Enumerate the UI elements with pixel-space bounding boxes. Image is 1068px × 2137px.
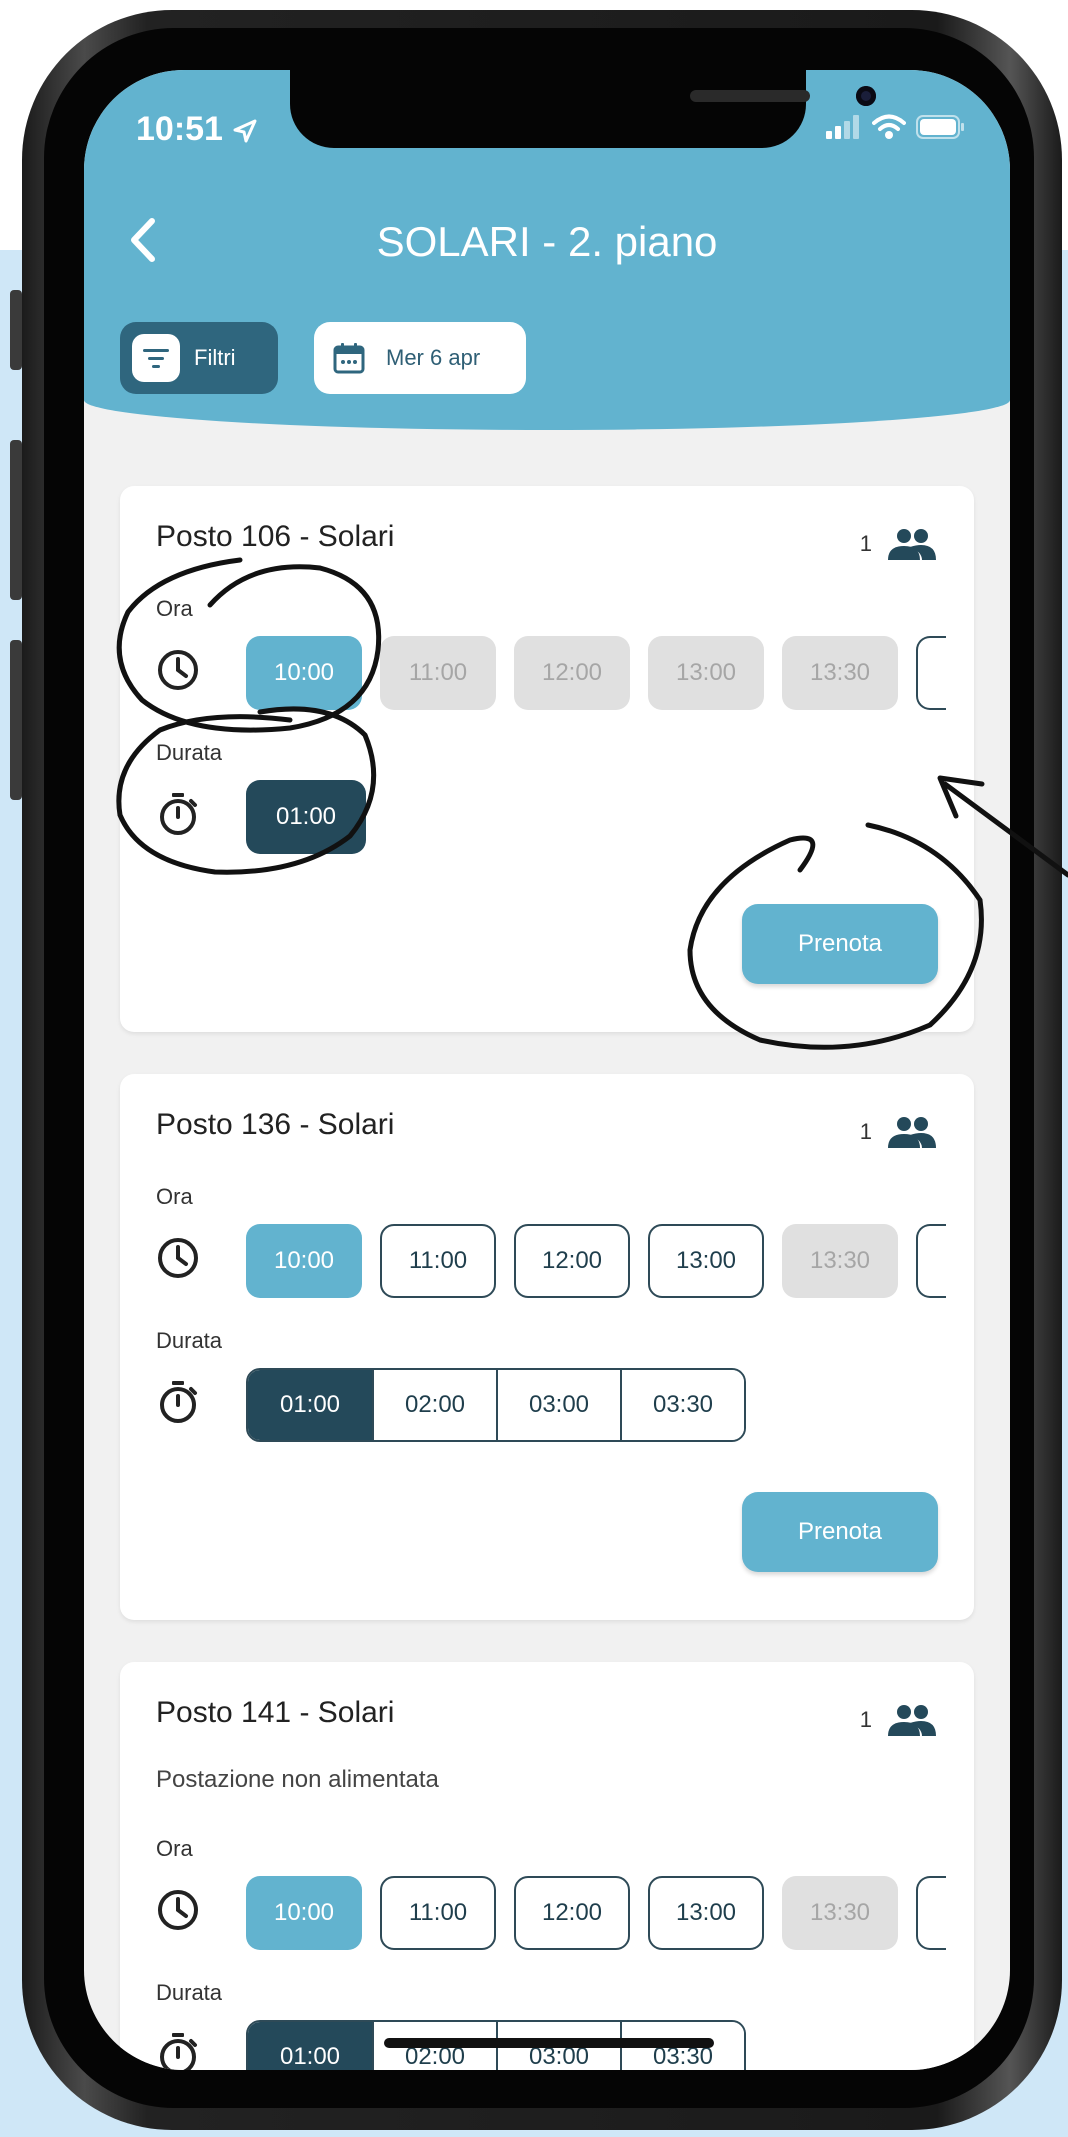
front-camera (856, 86, 876, 106)
duration-option[interactable]: 01:00 (248, 1370, 372, 1440)
seat-card: Posto 136 - Solari 1 Ora 10:00 11:00 12:… (120, 1074, 974, 1620)
seat-card: Posto 106 - Solari 1 Ora 10:00 11:00 12:… (120, 486, 974, 1032)
stopwatch-icon (160, 2033, 197, 2070)
wifi-icon (872, 114, 906, 139)
battery-icon (916, 115, 964, 139)
time-slot[interactable]: 13:00 (648, 1224, 764, 1298)
capacity: 1 (860, 528, 938, 560)
time-slot[interactable]: 12:00 (514, 1876, 630, 1950)
time-slot[interactable]: 10:00 (246, 1876, 362, 1950)
time-slot: 12:00 (514, 636, 630, 710)
time-slot-partial[interactable] (916, 636, 946, 710)
date-label: Mer 6 apr (386, 345, 481, 370)
location-arrow-icon (233, 119, 257, 143)
duration-label: Durata (156, 1328, 223, 1353)
stopwatch-icon (160, 793, 197, 835)
speaker-grille (690, 90, 810, 102)
seat-note: Postazione non alimentata (156, 1766, 439, 1793)
capacity: 1 (860, 1116, 938, 1148)
home-indicator (384, 2038, 714, 2048)
status-time-text: 10:51 (136, 110, 223, 148)
people-icon (888, 1705, 936, 1736)
signal-icon (826, 115, 859, 139)
duration-option[interactable]: 02:00 (372, 1370, 496, 1440)
time-slot[interactable]: 10:00 (246, 636, 362, 710)
time-slot-partial[interactable] (916, 1224, 946, 1298)
duration-segmented-control: 01:00 02:00 03:00 03:30 (246, 1368, 746, 1442)
filter-button[interactable]: Filtri (120, 322, 278, 394)
date-picker-button[interactable]: Mer 6 apr (314, 322, 526, 394)
seat-title: Posto 106 - Solari (156, 520, 395, 553)
app-screen: 10:51 SOLARI - 2. piano Filtri Mer 6 apr… (84, 70, 1010, 2070)
time-label: Ora (156, 1836, 193, 1861)
mute-switch (10, 290, 22, 370)
time-slot: 13:00 (648, 636, 764, 710)
capacity-count: 1 (859, 1119, 872, 1144)
time-slot: 13:30 (782, 1224, 898, 1298)
duration-label: Durata (156, 740, 223, 765)
filter-label: Filtri (194, 345, 236, 370)
duration-label: Durata (156, 1980, 223, 2005)
time-slot: 13:30 (782, 1876, 898, 1950)
clock-icon (158, 1890, 198, 1930)
book-button[interactable]: Prenota (742, 904, 938, 984)
time-slot-partial[interactable] (916, 1876, 946, 1950)
stopwatch-icon (160, 1381, 197, 1423)
seat-title: Posto 136 - Solari (156, 1108, 395, 1141)
clock-icon (158, 1238, 198, 1278)
volume-up-button (10, 440, 22, 600)
time-slot: 13:30 (782, 636, 898, 710)
book-button[interactable]: Prenota (742, 1492, 938, 1572)
page-title: SOLARI - 2. piano (376, 218, 718, 265)
capacity-count: 1 (859, 531, 872, 556)
volume-down-button (10, 640, 22, 800)
status-time: 10:51 (136, 110, 258, 149)
time-slot[interactable]: 12:00 (514, 1224, 630, 1298)
seat-card: Posto 141 - Solari 1 Postazione non alim… (120, 1662, 974, 2070)
capacity: 1 (860, 1704, 938, 1736)
clock-icon (158, 650, 198, 690)
time-label: Ora (156, 596, 193, 621)
duration-option[interactable]: 03:30 (620, 1370, 744, 1440)
people-icon (888, 529, 936, 560)
duration-option[interactable]: 01:00 (248, 2022, 372, 2070)
seat-title: Posto 141 - Solari (156, 1696, 395, 1729)
time-slot[interactable]: 11:00 (380, 1224, 496, 1298)
time-slot[interactable]: 10:00 (246, 1224, 362, 1298)
notch (290, 70, 876, 148)
time-slot[interactable]: 13:00 (648, 1876, 764, 1950)
capacity-count: 1 (859, 1707, 872, 1732)
duration-option[interactable]: 03:00 (496, 1370, 620, 1440)
duration-option[interactable]: 01:00 (246, 780, 366, 854)
status-icons (826, 114, 966, 140)
calendar-icon (333, 343, 365, 374)
time-slot[interactable]: 11:00 (380, 1876, 496, 1950)
filter-icon (132, 334, 180, 382)
time-slot: 11:00 (380, 636, 496, 710)
people-icon (888, 1117, 936, 1148)
time-label: Ora (156, 1184, 193, 1209)
